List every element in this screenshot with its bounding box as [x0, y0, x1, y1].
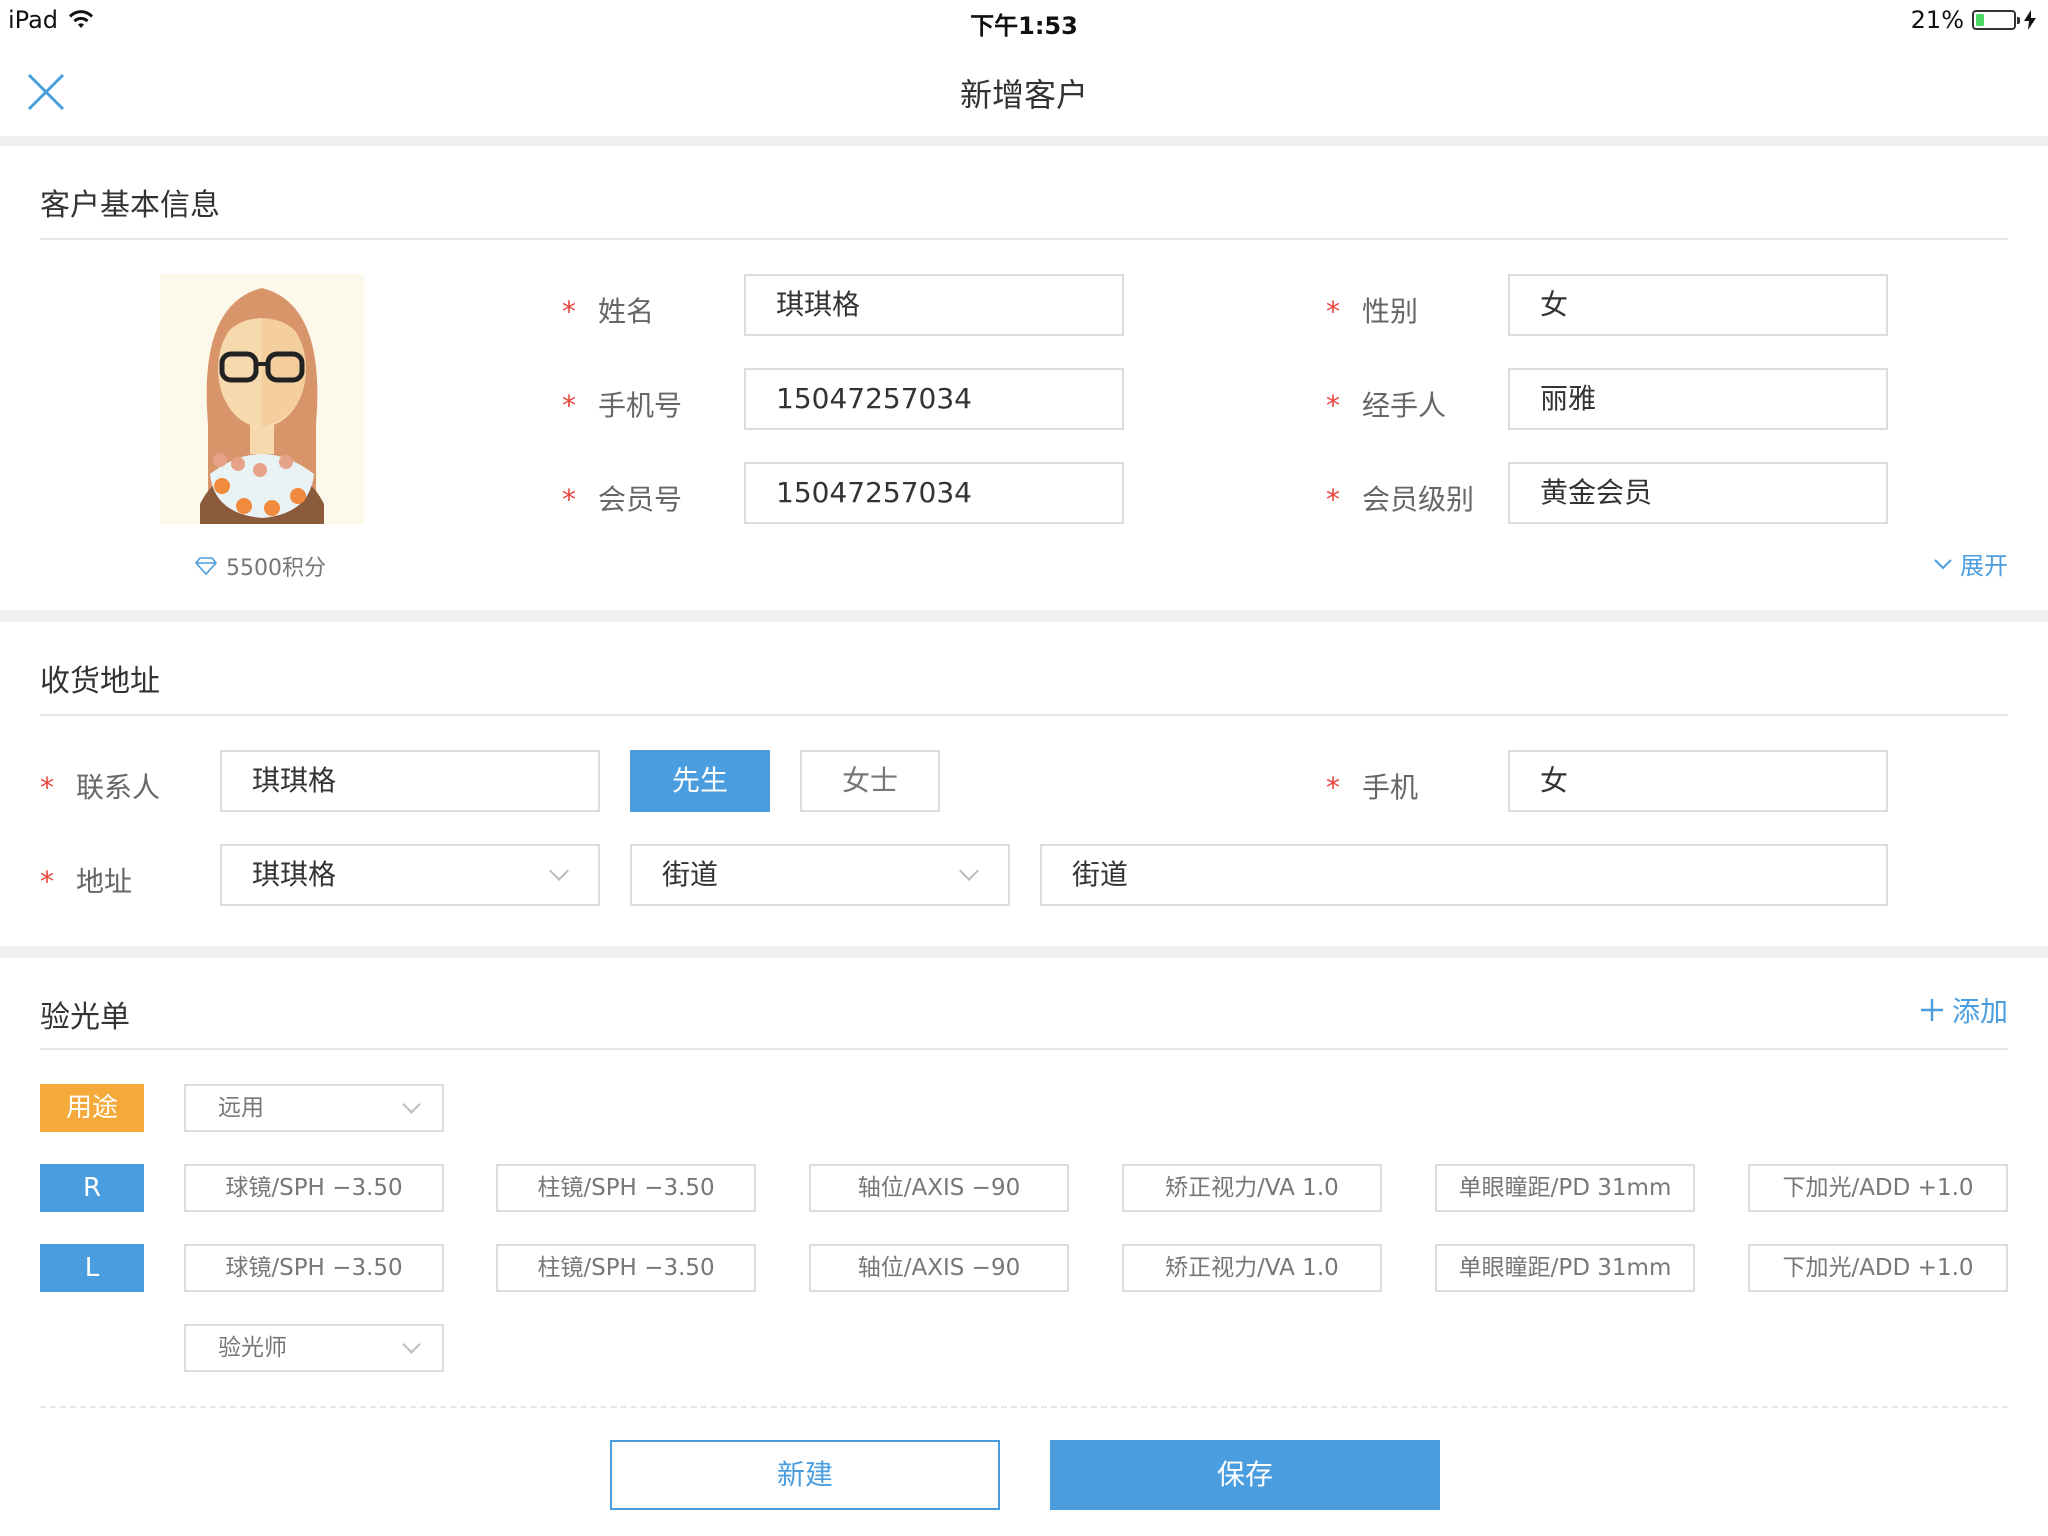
r-va-field[interactable]: 矫正视力/VA 1.0 [1122, 1164, 1382, 1212]
name-field[interactable]: 琪琪格 [744, 274, 1124, 336]
r-add-field[interactable]: 下加光/ADD +1.0 [1748, 1164, 2008, 1212]
required-mark: * [40, 771, 54, 804]
required-mark: * [1326, 483, 1340, 516]
save-button[interactable]: 保存 [1050, 1440, 1440, 1510]
mobile-field[interactable]: 女 [1508, 750, 1888, 812]
gender-field[interactable]: 女 [1508, 274, 1888, 336]
r-sph-field[interactable]: 球镜/SPH −3.50 [184, 1164, 444, 1212]
divider-line [40, 714, 2008, 716]
left-eye-tag: L [40, 1244, 144, 1292]
province-select[interactable]: 琪琪格 [220, 844, 600, 906]
purpose-select[interactable]: 远用 [184, 1084, 444, 1132]
section-divider [0, 610, 2048, 622]
status-right: 21% [1911, 6, 2036, 34]
address-label: * 地址 [40, 865, 133, 898]
divider-line [40, 238, 2008, 240]
nav-bar: 新增客户 [0, 40, 2048, 136]
l-add-field[interactable]: 下加光/ADD +1.0 [1748, 1244, 2008, 1292]
l-pd-field[interactable]: 单眼瞳距/PD 31mm [1435, 1244, 1695, 1292]
required-mark: * [1326, 771, 1340, 804]
divider-line [40, 1048, 2008, 1050]
r-cyl-field[interactable]: 柱镜/SPH −3.50 [496, 1164, 756, 1212]
optometrist-select[interactable]: 验光师 [184, 1324, 444, 1372]
handler-field[interactable]: 丽雅 [1508, 368, 1888, 430]
required-mark: * [40, 865, 54, 898]
right-eye-tag: R [40, 1164, 144, 1212]
gender-label: * 性别 [1326, 295, 1419, 328]
battery-icon [1972, 10, 2020, 30]
name-label: * 姓名 [562, 295, 655, 328]
expand-button[interactable]: 展开 [1934, 546, 2008, 581]
basic-info-title: 客户基本信息 [40, 188, 220, 223]
contact-label: * 联系人 [40, 771, 161, 804]
diamond-icon [194, 557, 218, 576]
required-mark: * [1326, 295, 1340, 328]
points-text: 5500积分 [226, 556, 326, 581]
battery-percent: 21% [1910, 6, 1964, 34]
required-mark: * [1326, 389, 1340, 422]
charging-icon [2024, 10, 2036, 30]
address-title: 收货地址 [40, 664, 160, 699]
r-pd-field[interactable]: 单眼瞳距/PD 31mm [1435, 1164, 1695, 1212]
battery-level [1976, 14, 1984, 26]
add-prescription-button[interactable]: 添加 [1920, 990, 2008, 1030]
avatar[interactable] [160, 274, 364, 524]
contact-field[interactable]: 琪琪格 [220, 750, 600, 812]
member-level-label: * 会员级别 [1326, 483, 1475, 516]
status-bar: iPad 下午1:53 21% [0, 0, 2048, 40]
prescription-title: 验光单 [40, 1000, 130, 1035]
purpose-tag: 用途 [40, 1084, 144, 1132]
new-button[interactable]: 新建 [610, 1440, 1000, 1510]
title-ms-button[interactable]: 女士 [800, 750, 940, 812]
page-title: 新增客户 [959, 76, 1088, 114]
member-no-field[interactable]: 15047257034 [744, 462, 1124, 524]
street-detail-field[interactable]: 街道 [1040, 844, 1888, 906]
plus-icon [1920, 999, 1943, 1021]
points-display: 5500积分 [194, 550, 326, 582]
section-divider [0, 136, 2048, 146]
l-axis-field[interactable]: 轴位/AXIS −90 [809, 1244, 1069, 1292]
required-mark: * [562, 295, 576, 328]
l-cyl-field[interactable]: 柱镜/SPH −3.50 [496, 1244, 756, 1292]
handler-label: * 经手人 [1326, 389, 1447, 422]
required-mark: * [562, 389, 576, 422]
phone-label: * 手机号 [562, 389, 683, 422]
member-no-label: * 会员号 [562, 483, 683, 516]
mobile-label: * 手机 [1326, 771, 1419, 804]
street-select[interactable]: 街道 [630, 844, 1010, 906]
member-level-field[interactable]: 黄金会员 [1508, 462, 1888, 524]
l-sph-field[interactable]: 球镜/SPH −3.50 [184, 1244, 444, 1292]
chevron-down-icon [1934, 558, 1952, 569]
phone-field[interactable]: 15047257034 [744, 368, 1124, 430]
l-va-field[interactable]: 矫正视力/VA 1.0 [1122, 1244, 1382, 1292]
add-label: 添加 [1951, 995, 2008, 1028]
dashed-divider [40, 1406, 2008, 1408]
status-time: 下午1:53 [970, 12, 1078, 40]
required-mark: * [562, 483, 576, 516]
title-mr-button[interactable]: 先生 [630, 750, 770, 812]
section-divider [0, 946, 2048, 958]
avatar-illustration [160, 274, 364, 524]
expand-label: 展开 [1960, 552, 2008, 580]
r-axis-field[interactable]: 轴位/AXIS −90 [809, 1164, 1069, 1212]
